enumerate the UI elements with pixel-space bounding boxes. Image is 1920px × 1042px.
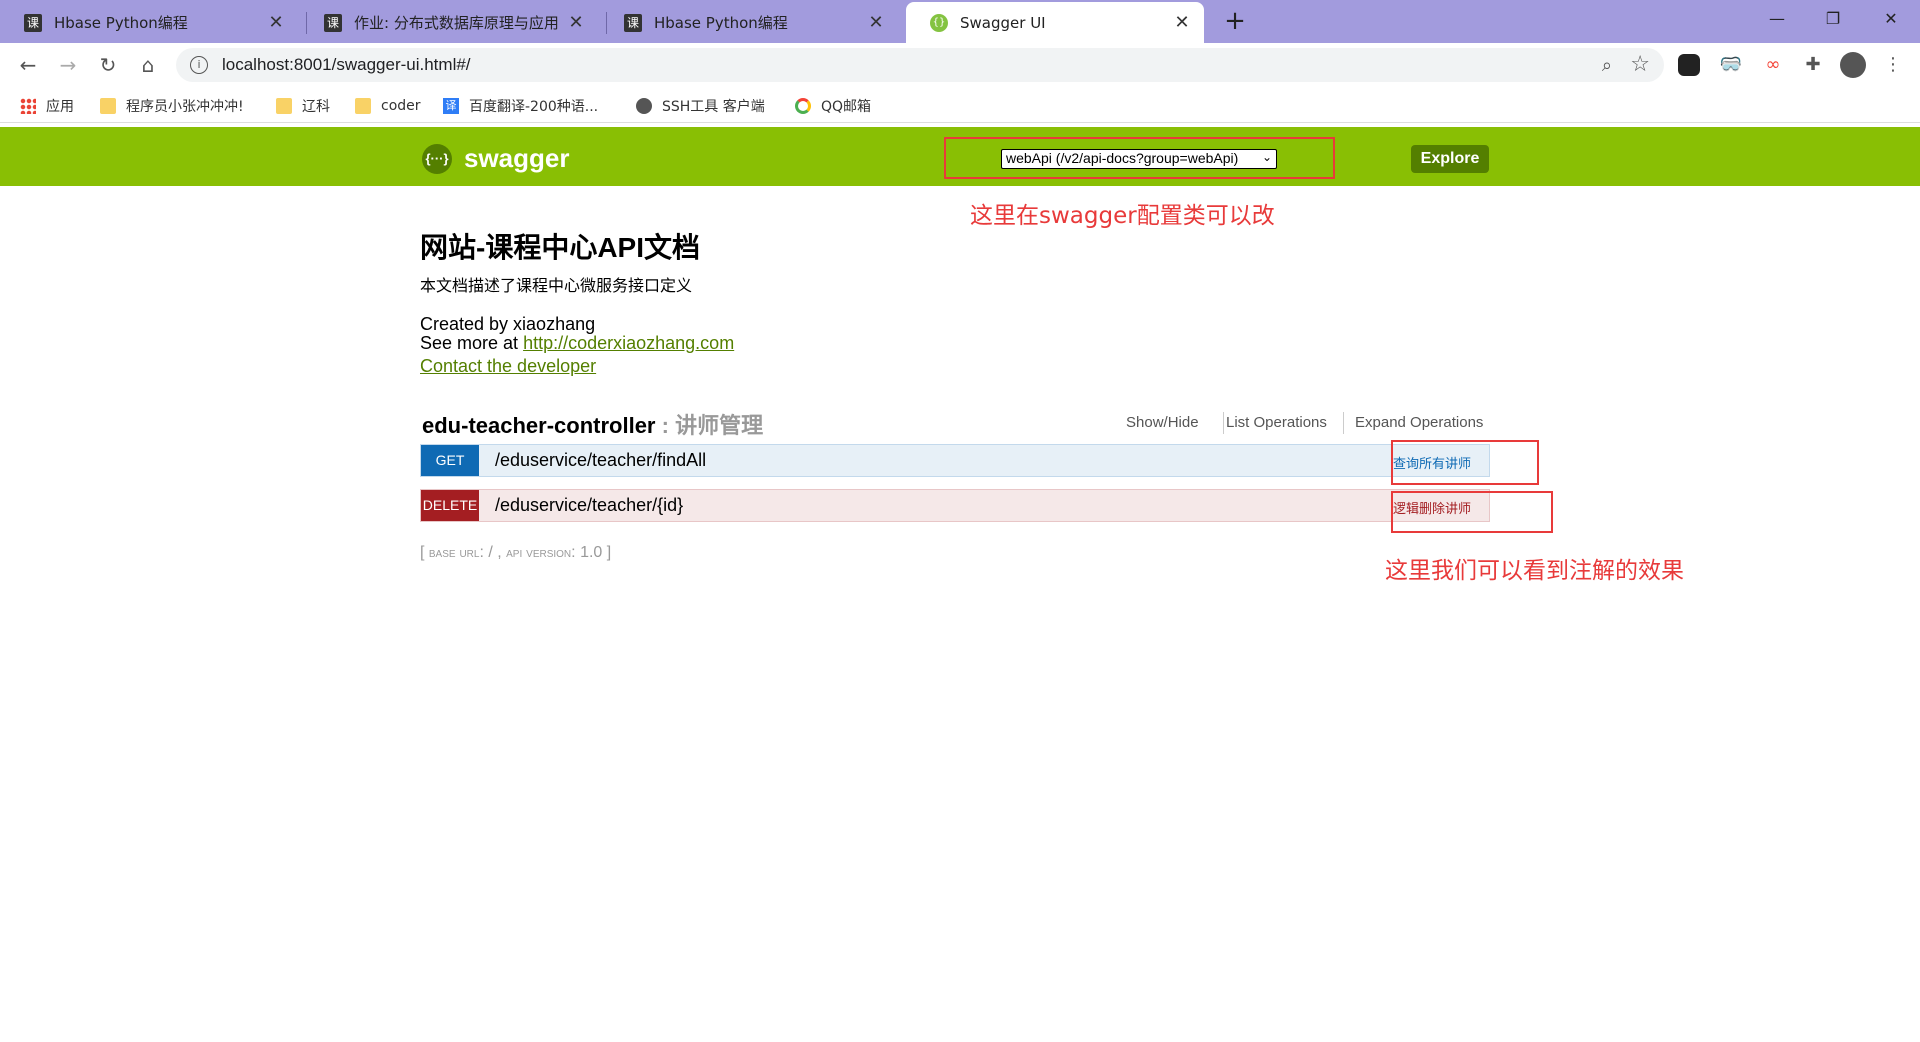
website-link[interactable]: http://coderxiaozhang.com — [523, 333, 734, 353]
api-description: 本文档描述了课程中心微服务接口定义 — [420, 278, 693, 295]
list-operations-link[interactable]: List Operations — [1226, 414, 1327, 431]
controller-separator: : — [655, 413, 676, 438]
address-bar[interactable]: i localhost:8001/swagger-ui.html#/ ⌕ ☆ — [176, 48, 1664, 82]
tab-title: Hbase Python编程 — [654, 14, 788, 32]
base-url-label: base url — [428, 544, 480, 560]
expand-operations-link[interactable]: Expand Operations — [1355, 414, 1483, 431]
bookmark-star-icon[interactable]: ☆ — [1630, 52, 1650, 77]
tab-homework[interactable]: 课 作业: 分布式数据库原理与应用 ✕ — [300, 2, 598, 43]
translate-icon: 译 — [443, 98, 459, 114]
show-hide-link[interactable]: Show/Hide — [1126, 414, 1199, 431]
bookmark-ssh[interactable]: SSH工具 客户端 — [636, 95, 765, 117]
profile-avatar-icon[interactable] — [1840, 52, 1866, 78]
forward-arrow-icon[interactable]: → — [54, 51, 82, 79]
bookmark-label: coder — [381, 98, 421, 114]
explore-button[interactable]: Explore — [1411, 145, 1489, 173]
site-info-icon[interactable]: i — [190, 56, 208, 74]
bookmark-qqmail[interactable]: QQ邮箱 — [795, 95, 871, 117]
base-url-info: [ base url: / , api version: 1.0 ] — [420, 544, 611, 562]
folder-icon — [100, 98, 116, 114]
bookmark-folder[interactable]: coder — [355, 95, 421, 117]
course-favicon-icon: 课 — [24, 13, 42, 32]
extension-infinity-icon[interactable]: ∞ — [1760, 52, 1786, 78]
annotation-note-config: 这里在swagger配置类可以改 — [970, 203, 1275, 229]
url-text[interactable]: localhost:8001/swagger-ui.html#/ — [222, 55, 471, 75]
zoom-icon[interactable]: ⌕ — [1602, 55, 1612, 76]
menu-kebab-icon[interactable]: ⋮ — [1880, 52, 1906, 78]
minimize-icon[interactable]: — — [1752, 4, 1802, 34]
operation-path[interactable]: /eduservice/teacher/{id} — [495, 495, 683, 516]
annotation-box-select — [944, 137, 1335, 179]
http-method-badge[interactable]: DELETE — [421, 490, 479, 521]
swagger-logo-text: swagger — [464, 143, 570, 173]
close-tab-icon[interactable]: ✕ — [562, 12, 590, 33]
close-tab-icon[interactable]: ✕ — [262, 12, 290, 33]
annotation-note-effect: 这里我们可以看到注解的效果 — [1385, 558, 1684, 584]
base-url-bracket: [ — [420, 544, 429, 561]
bookmark-label: 应用 — [46, 99, 74, 115]
see-more-prefix: See more at — [420, 333, 524, 353]
swagger-favicon-icon: {} — [930, 13, 948, 32]
api-version-label: api version — [506, 544, 572, 560]
bookmark-label: SSH工具 客户端 — [662, 99, 765, 115]
close-tab-icon[interactable]: ✕ — [1168, 12, 1196, 33]
extensions-puzzle-icon[interactable]: ✚ — [1800, 52, 1826, 78]
swagger-logo-icon: {···} — [422, 143, 452, 174]
bookmark-folder[interactable]: 程序员小张冲冲冲! — [100, 95, 244, 117]
see-more: See more at http://coderxiaozhang.com — [420, 333, 734, 354]
annotation-box-summary-get — [1391, 440, 1539, 485]
bookmarks-bar: 应用 程序员小张冲冲冲! 辽科 coder 译 百度翻译-200种语... SS… — [0, 87, 1920, 123]
apps-grid-icon — [20, 98, 36, 114]
created-by: Created by xiaozhang — [420, 314, 596, 334]
contact-line: Contact the developer — [420, 356, 596, 377]
controller-heading[interactable]: edu-teacher-controller : 讲师管理 — [422, 408, 763, 440]
tab-title: 作业: 分布式数据库原理与应用 — [354, 14, 559, 32]
bookmark-apps[interactable]: 应用 — [20, 95, 74, 117]
tab-swagger-ui[interactable]: {} Swagger UI ✕ — [906, 2, 1204, 43]
course-favicon-icon: 课 — [324, 13, 342, 32]
course-favicon-icon: 课 — [624, 13, 642, 32]
reload-icon[interactable]: ↻ — [94, 51, 122, 79]
contact-developer-link[interactable]: Contact the developer — [420, 356, 596, 376]
operation-path[interactable]: /eduservice/teacher/findAll — [495, 450, 706, 471]
home-icon[interactable]: ⌂ — [134, 51, 162, 79]
controller-name[interactable]: edu-teacher-controller — [422, 413, 656, 438]
api-title: 网站-课程中心API文档 — [420, 232, 701, 263]
folder-icon — [355, 98, 371, 114]
back-arrow-icon[interactable]: ← — [14, 51, 42, 79]
close-window-icon[interactable]: ✕ — [1866, 4, 1916, 34]
base-url-value: : / , — [479, 544, 507, 561]
bookmark-label: QQ邮箱 — [821, 99, 872, 115]
tab-title: Hbase Python编程 — [54, 14, 188, 32]
bookmark-label: 辽科 — [302, 99, 330, 115]
new-tab-button[interactable]: + — [1220, 6, 1250, 36]
globe-icon — [636, 98, 652, 114]
extension-tab-icon[interactable] — [1678, 54, 1700, 76]
bookmark-baidu-translate[interactable]: 译 百度翻译-200种语... — [443, 95, 598, 117]
tab-hbase-2[interactable]: 课 Hbase Python编程 ✕ — [600, 2, 898, 43]
close-tab-icon[interactable]: ✕ — [862, 12, 890, 33]
bookmark-label: 程序员小张冲冲冲! — [126, 99, 244, 115]
extension-mask-icon[interactable]: 🥽 — [1718, 52, 1744, 78]
bookmark-folder[interactable]: 辽科 — [276, 95, 330, 117]
tab-title: Swagger UI — [960, 13, 1046, 32]
bookmark-label: 百度翻译-200种语... — [469, 99, 599, 115]
tab-strip: 课 Hbase Python编程 ✕ 课 作业: 分布式数据库原理与应用 ✕ 课… — [0, 0, 1920, 43]
qq-mail-icon — [795, 98, 811, 114]
swagger-logo[interactable]: {···} swagger — [422, 143, 570, 174]
restore-icon[interactable]: ❐ — [1808, 4, 1858, 34]
operation-get-findall[interactable]: GET /eduservice/teacher/findAll 查询所有讲师 — [420, 444, 1490, 477]
controller-description: 讲师管理 — [675, 413, 764, 438]
http-method-badge[interactable]: GET — [421, 445, 479, 476]
annotation-box-summary-delete — [1391, 491, 1553, 533]
browser-toolbar: ← → ↻ ⌂ i localhost:8001/swagger-ui.html… — [0, 43, 1920, 87]
folder-icon — [276, 98, 292, 114]
tab-hbase-1[interactable]: 课 Hbase Python编程 ✕ — [0, 2, 298, 43]
operation-delete-id[interactable]: DELETE /eduservice/teacher/{id} 逻辑删除讲师 — [420, 489, 1490, 522]
api-version-value: : 1.0 ] — [571, 544, 612, 561]
